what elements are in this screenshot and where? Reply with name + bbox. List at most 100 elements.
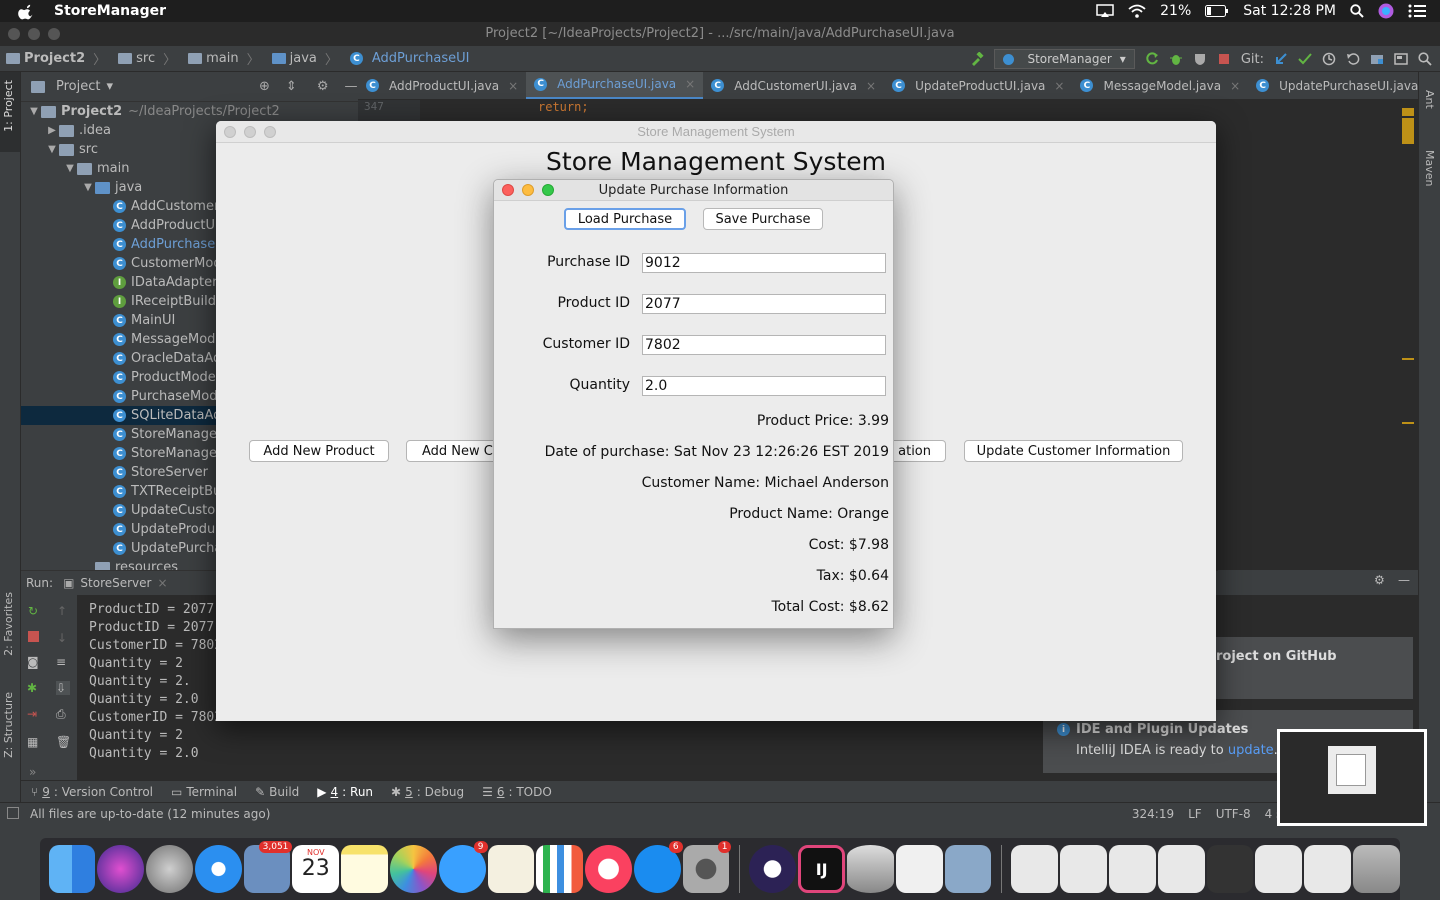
textedit-icon[interactable] xyxy=(487,845,535,893)
print-icon[interactable]: ⎙ xyxy=(56,707,70,721)
build-hammer-icon[interactable] xyxy=(970,52,985,66)
minimized-window-icon[interactable] xyxy=(1011,845,1059,893)
wifi-icon[interactable] xyxy=(1128,4,1146,18)
expand-arrow-icon[interactable]: ▼ xyxy=(27,106,41,117)
siri-icon[interactable] xyxy=(97,845,145,893)
breadcrumb-src[interactable]: src 〉 xyxy=(112,49,182,68)
intellij-idea-icon[interactable]: IJ xyxy=(798,845,846,893)
coverage-shield-icon[interactable] xyxy=(1193,52,1207,66)
siri-icon[interactable] xyxy=(1378,3,1394,19)
minimized-window-icon[interactable] xyxy=(1108,845,1156,893)
minimize-window-icon[interactable] xyxy=(522,184,534,196)
run-tab-storeserver[interactable]: ▣ StoreServer × xyxy=(63,576,167,590)
minimized-window-icon[interactable] xyxy=(1255,845,1303,893)
zoom-window-icon[interactable] xyxy=(48,28,60,40)
project-view-select[interactable]: Project xyxy=(56,79,100,94)
numbers-icon[interactable] xyxy=(536,845,584,893)
editor-tab[interactable]: CUpdatePurchaseUI.java× xyxy=(1248,72,1418,99)
editor-tab[interactable]: C AddPurchaseUI.java × xyxy=(526,72,704,99)
eclipse-icon[interactable] xyxy=(749,845,797,893)
editor-tab[interactable]: C UpdateProductUI.java × xyxy=(884,72,1072,99)
breadcrumb-java[interactable]: java 〉 xyxy=(266,49,344,68)
editor-tab[interactable]: C AddCustomerUI.java × xyxy=(703,72,884,99)
active-app-name[interactable]: StoreManager xyxy=(54,3,166,19)
git-commit-check-icon[interactable] xyxy=(1298,52,1312,66)
calendar-icon[interactable]: NOV 23 xyxy=(292,845,340,893)
git-history-clock-icon[interactable] xyxy=(1322,52,1336,66)
app-store-icon[interactable]: 6 xyxy=(633,841,683,893)
safari-icon[interactable] xyxy=(194,845,242,893)
github-notification[interactable]: roject on GitHub xyxy=(1216,637,1413,699)
update-customer-information-button[interactable]: Update Customer Information xyxy=(964,440,1183,462)
scroll-to-end-icon[interactable]: ⇩ xyxy=(56,681,70,695)
git-update-arrow-icon[interactable] xyxy=(1274,52,1288,66)
notes-icon[interactable] xyxy=(341,845,388,893)
update-link[interactable]: update xyxy=(1228,743,1274,758)
caret-position[interactable]: 324:19 xyxy=(1132,807,1174,821)
collapse-arrow-icon[interactable]: ▶ xyxy=(45,125,59,136)
minimized-window-icon[interactable] xyxy=(1206,845,1254,893)
tool-window-version-control[interactable]: ⑂ 9: Version Control xyxy=(31,785,153,799)
screenshot-thumbnail[interactable] xyxy=(1277,729,1427,826)
stop-icon[interactable] xyxy=(28,631,39,642)
preview-icon[interactable] xyxy=(944,845,992,893)
breadcrumb-project[interactable]: Project2 〉 xyxy=(0,49,112,68)
zoom-window-icon[interactable] xyxy=(264,126,276,138)
tab-maven[interactable]: Maven xyxy=(1423,150,1436,186)
close-window-icon[interactable] xyxy=(502,184,514,196)
hide-panel-icon[interactable]: — xyxy=(344,79,357,94)
editor-tab[interactable]: C MessageModel.java × xyxy=(1072,72,1248,99)
load-purchase-button[interactable]: Load Purchase xyxy=(564,208,686,230)
up-arrow-icon[interactable]: ↑ xyxy=(57,604,71,618)
minimized-window-icon[interactable] xyxy=(1060,845,1107,893)
minimize-window-icon[interactable] xyxy=(244,126,256,138)
add-new-product-button[interactable]: Add New Product xyxy=(249,440,389,462)
finder-icon[interactable] xyxy=(48,845,96,893)
tab-favorites[interactable]: 2: Favorites xyxy=(2,592,15,656)
quantity-field[interactable]: 2.0 xyxy=(642,376,886,396)
layout-icon[interactable]: ▦ xyxy=(27,735,41,749)
trash-icon[interactable] xyxy=(1352,845,1400,893)
apple-menu-icon[interactable] xyxy=(18,2,36,20)
close-tab-icon[interactable]: × xyxy=(685,77,695,91)
save-purchase-button[interactable]: Save Purchase xyxy=(703,208,823,230)
tool-window-run[interactable]: ▶ 4: Run xyxy=(317,785,373,799)
menubar-clock[interactable]: Sat 12:28 PM xyxy=(1243,3,1336,19)
minimized-window-icon[interactable] xyxy=(1157,845,1205,893)
collapse-all-icon[interactable]: ⇕ xyxy=(286,79,297,94)
close-tab-icon[interactable]: × xyxy=(1054,79,1064,93)
down-arrow-icon[interactable]: ↓ xyxy=(57,631,71,645)
minimized-window-icon[interactable] xyxy=(1304,845,1351,893)
close-tab-icon[interactable]: × xyxy=(1230,79,1240,93)
hide-panel-icon[interactable]: — xyxy=(1398,573,1410,587)
stop-icon[interactable] xyxy=(1217,52,1231,66)
system-preferences-icon[interactable]: 1 xyxy=(682,841,732,893)
file-encoding[interactable]: UTF-8 xyxy=(1216,807,1251,821)
launchpad-icon[interactable] xyxy=(146,845,193,893)
tool-window-debug[interactable]: ✱ 5: Debug xyxy=(391,785,464,799)
tool-window-todo[interactable]: ☰ 6: TODO xyxy=(482,785,552,799)
close-tab-icon[interactable]: × xyxy=(866,79,876,93)
close-tab-icon[interactable]: × xyxy=(157,576,167,590)
breadcrumb-class[interactable]: C AddPurchaseUI xyxy=(344,51,476,66)
debug-bug-icon[interactable] xyxy=(1169,52,1183,66)
chevron-down-icon[interactable]: ▾ xyxy=(106,79,113,94)
locate-target-icon[interactable]: ⊕ xyxy=(259,79,270,94)
soft-wrap-icon[interactable]: ≡ xyxy=(56,655,70,669)
tool-window-build[interactable]: ✎ Build xyxy=(255,785,299,799)
tool-window-terminal[interactable]: ▭ Terminal xyxy=(171,785,237,799)
mail-icon[interactable]: 3,051 xyxy=(243,841,293,893)
minimize-window-icon[interactable] xyxy=(28,28,40,40)
database-icon[interactable] xyxy=(847,845,894,893)
expand-arrow-icon[interactable]: ▼ xyxy=(63,163,77,174)
expand-arrow-icon[interactable]: ▼ xyxy=(45,144,59,155)
gear-icon[interactable]: ⚙ xyxy=(317,79,329,94)
purchase-id-field[interactable]: 9012 xyxy=(642,253,886,273)
close-window-icon[interactable] xyxy=(224,126,236,138)
spotlight-search-icon[interactable] xyxy=(1350,4,1364,18)
exit-icon[interactable]: ⇥ xyxy=(27,707,41,721)
product-id-field[interactable]: 2077 xyxy=(642,294,886,314)
rerun-icon[interactable]: ↻ xyxy=(28,604,42,618)
photos-icon[interactable] xyxy=(389,845,437,893)
customer-id-field[interactable]: 7802 xyxy=(642,335,886,355)
